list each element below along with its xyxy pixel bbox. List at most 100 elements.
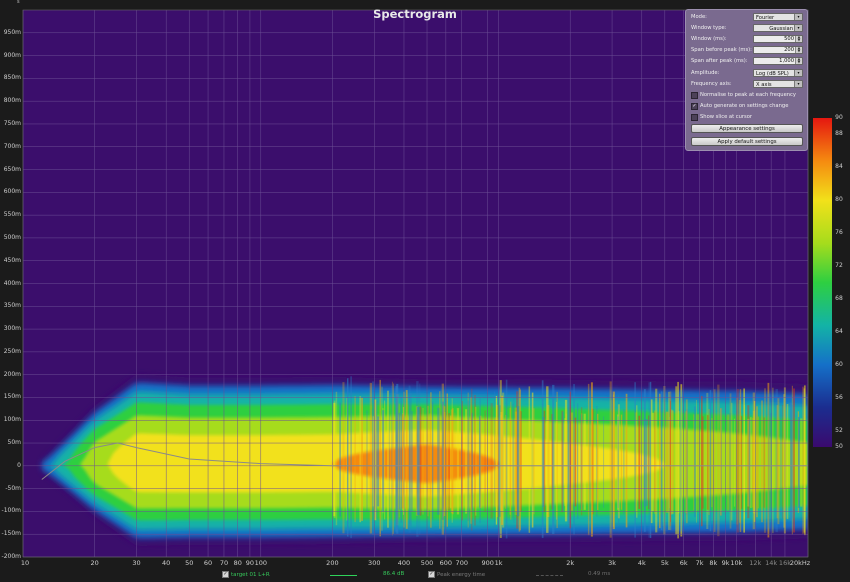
x-tick-label: 60 — [203, 559, 213, 567]
span-after-input[interactable]: 1,000 ▲ ▼ — [753, 57, 803, 65]
resonance-streak — [400, 397, 402, 523]
resonance-streak — [542, 417, 545, 507]
resonance-streak — [398, 412, 401, 510]
resonance-streak — [470, 397, 472, 524]
x-tick-label: 12k — [749, 559, 762, 567]
resonance-streak — [498, 405, 501, 517]
apply-default-settings-button[interactable]: Apply default settings — [691, 137, 803, 146]
stepper-icon[interactable]: ▲ ▼ — [795, 35, 802, 42]
span-after-label: Span after peak (ms): — [691, 58, 748, 64]
show-slice-row[interactable]: Show slice at cursor — [691, 113, 803, 123]
resonance-streak — [727, 414, 730, 511]
resonance-streak — [581, 413, 583, 511]
resonance-streak — [335, 391, 338, 526]
resonance-streak — [786, 404, 789, 520]
resonance-streak — [671, 409, 673, 515]
resonance-streak — [475, 406, 477, 516]
appearance-settings-button[interactable]: Appearance settings — [691, 124, 803, 133]
span-after-row: Span after peak (ms): 1,000 ▲ ▼ — [691, 57, 803, 67]
y-tick-label: 900m — [3, 51, 21, 59]
normalise-row[interactable]: Normalise to peak at each frequency — [691, 91, 803, 101]
peak-energy-checkbox[interactable]: ✓ — [428, 571, 435, 578]
resonance-streak — [419, 383, 421, 535]
resonance-streak — [780, 409, 782, 515]
show-slice-checkbox[interactable] — [691, 114, 698, 121]
measurement-checkbox[interactable]: ✓ — [222, 571, 229, 578]
x-tick-label: 3k — [608, 559, 617, 567]
measurement-line-swatch — [330, 575, 357, 576]
resonance-streak — [587, 383, 590, 536]
resonance-streak — [512, 404, 514, 518]
y-tick-label: 750m — [3, 119, 21, 127]
resonance-streak — [697, 414, 699, 511]
mode-row: Mode: Fourier ▾ — [691, 13, 803, 23]
resonance-streak — [741, 416, 743, 509]
resonance-streak — [377, 416, 380, 507]
x-tick-label: 1k — [494, 559, 503, 567]
y-tick-label: 50m — [7, 439, 21, 447]
resonance-streak — [495, 396, 498, 525]
x-tick-label: 400 — [397, 559, 411, 567]
resonance-streak — [694, 406, 696, 518]
window-ms-input[interactable]: 500 ▲ ▼ — [753, 35, 803, 43]
colorbar-tick-label: 90 — [835, 114, 843, 121]
resonance-streak — [474, 395, 476, 526]
amplitude-select[interactable]: Log (dB SPL) ▾ — [753, 69, 803, 77]
x-tick-label: 4k — [637, 559, 646, 567]
peak-energy-legend-item[interactable]: ✓ Peak energy time — [428, 571, 485, 578]
resonance-streak — [747, 418, 750, 507]
resonance-streak — [528, 386, 531, 533]
auto-generate-row[interactable]: ✓ Auto generate on settings change — [691, 102, 803, 112]
resonance-streak — [342, 382, 345, 534]
x-tick-label: 700 — [455, 559, 468, 567]
resonance-streak — [666, 411, 669, 513]
mode-select[interactable]: Fourier ▾ — [753, 13, 803, 21]
resonance-streak — [782, 404, 784, 519]
normalise-checkbox[interactable] — [691, 92, 698, 99]
resonance-streak — [752, 392, 755, 530]
window-ms-label: Window (ms): — [691, 36, 727, 42]
x-tick-label: 200 — [326, 559, 339, 567]
y-tick-label: 800m — [3, 97, 21, 105]
y-tick-label: 400m — [3, 279, 21, 287]
resonance-streak — [478, 415, 481, 508]
resonance-streak — [756, 406, 758, 518]
window-type-value: Gaussian — [769, 26, 793, 32]
resonance-streak — [655, 388, 658, 533]
x-tick-label: 30 — [132, 559, 141, 567]
resonance-streak — [685, 411, 687, 514]
y-tick-label: 550m — [3, 211, 21, 219]
window-type-select[interactable]: Gaussian ▾ — [753, 24, 803, 32]
resonance-streak — [767, 393, 770, 529]
span-before-input[interactable]: 200 ▲ ▼ — [753, 46, 803, 54]
resonance-streak — [454, 412, 456, 511]
frequency-axis-select[interactable]: X axis ▾ — [753, 80, 803, 88]
y-tick-label: 250m — [3, 347, 21, 355]
x-tick-label: 900 — [481, 559, 494, 567]
resonance-streak — [533, 408, 535, 515]
resonance-streak — [603, 416, 605, 508]
x-tick-label: 8k — [709, 559, 718, 567]
x-tick-label: 300 — [368, 559, 381, 567]
x-tick-label: 2k — [566, 559, 575, 567]
window-ms-row: Window (ms): 500 ▲ ▼ — [691, 35, 803, 45]
auto-generate-checkbox[interactable]: ✓ — [691, 103, 698, 110]
chevron-down-icon: ▾ — [794, 14, 802, 20]
resonance-streak — [650, 399, 653, 524]
resonance-streak — [589, 400, 591, 522]
resonance-streak — [625, 393, 628, 528]
measurement-legend-item[interactable]: ✓ target 01 L+R — [222, 571, 270, 578]
x-tick-label: 5k — [660, 559, 669, 567]
resonance-streak — [798, 417, 800, 508]
resonance-streak — [623, 409, 625, 515]
spectrogram-heatmap — [41, 374, 808, 546]
resonance-streak — [750, 417, 752, 508]
resonance-streak — [675, 386, 678, 535]
x-tick-label: 70 — [219, 559, 229, 567]
stepper-icon[interactable]: ▲ ▼ — [795, 46, 802, 53]
stepper-icon[interactable]: ▲ ▼ — [795, 57, 802, 64]
y-tick-label: 650m — [3, 165, 21, 173]
legend-bar: ✓ target 01 L+R 86.4 dB ✓ Peak energy time… — [0, 569, 850, 582]
resonance-streak — [502, 392, 505, 528]
y-tick-label: 300m — [3, 325, 21, 333]
